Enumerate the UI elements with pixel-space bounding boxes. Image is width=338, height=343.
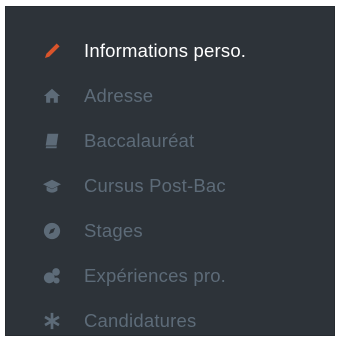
- sidebar-item-baccalaureat[interactable]: Baccalauréat: [5, 118, 335, 163]
- sidebar-item-cursus-post-bac[interactable]: Cursus Post-Bac: [5, 163, 335, 208]
- sidebar-item-label: Adresse: [84, 84, 154, 106]
- sidebar-item-adresse[interactable]: Adresse: [5, 73, 335, 118]
- sidebar-item-candidatures[interactable]: Candidatures: [5, 298, 335, 343]
- sidebar-item-label: Informations perso.: [84, 39, 247, 61]
- page-frame: Informations perso. Adresse Baccalauréat…: [0, 0, 338, 336]
- cogs-icon: [41, 265, 63, 287]
- book-icon: [41, 130, 63, 152]
- sidebar-item-stages[interactable]: Stages: [5, 208, 335, 253]
- sidebar-item-label: Expériences pro.: [84, 264, 227, 286]
- sidebar-item-label: Stages: [84, 219, 143, 241]
- asterisk-icon: [41, 310, 63, 332]
- sidebar-item-experiences-pro[interactable]: Expériences pro.: [5, 253, 335, 298]
- sidebar-item-label: Baccalauréat: [84, 129, 195, 151]
- pencil-icon: [41, 40, 63, 62]
- graduation-cap-icon: [41, 175, 63, 197]
- sidebar-item-label: Cursus Post-Bac: [84, 174, 226, 196]
- sidebar-item-label: Candidatures: [84, 309, 197, 331]
- sidebar-nav: Informations perso. Adresse Baccalauréat…: [5, 6, 335, 336]
- sidebar-item-informations-perso[interactable]: Informations perso.: [5, 28, 335, 73]
- sidebar-menu: Informations perso. Adresse Baccalauréat…: [5, 28, 335, 343]
- compass-icon: [41, 220, 63, 242]
- home-icon: [41, 85, 63, 107]
